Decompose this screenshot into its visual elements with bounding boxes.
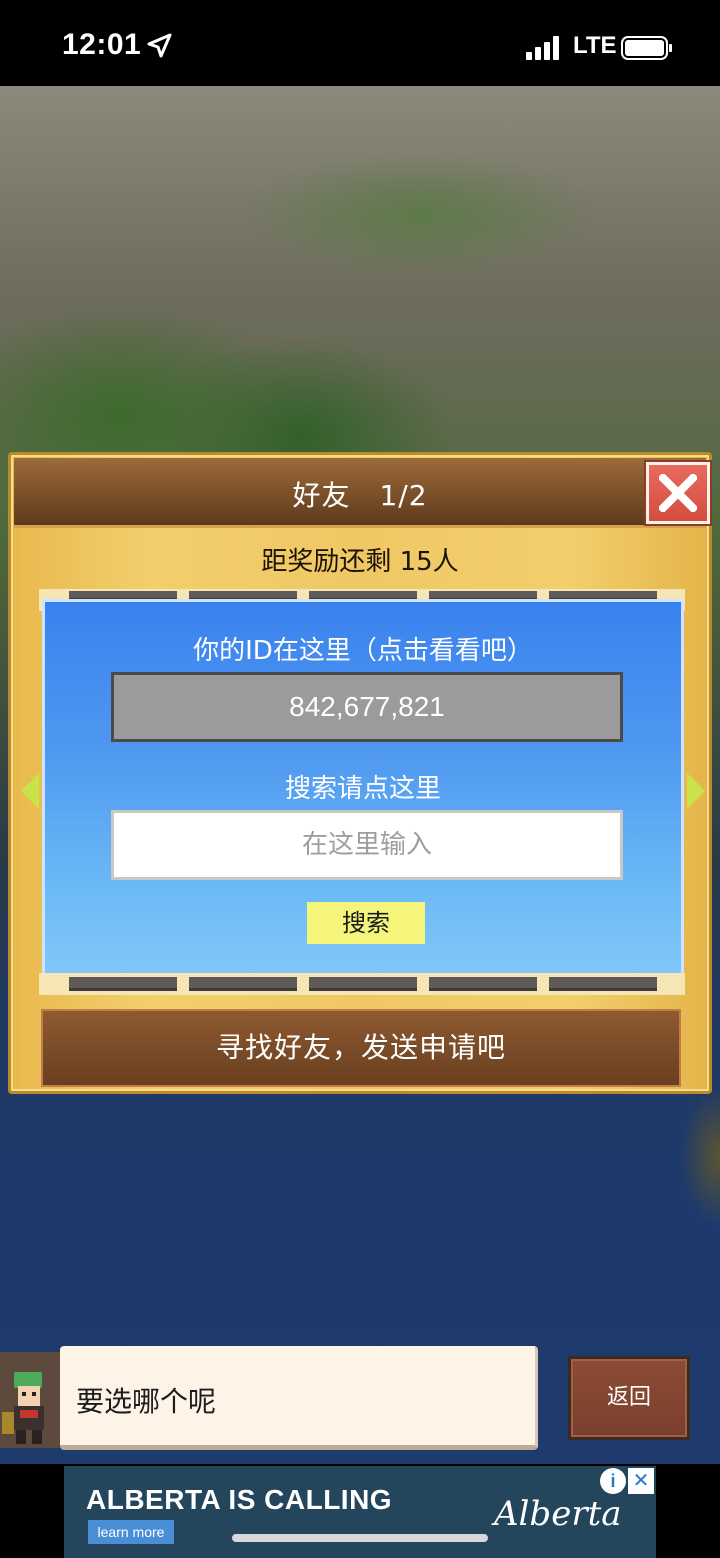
panel-title: 好友 1/2 [292,479,428,512]
search-input[interactable]: 在这里输入 [111,810,623,880]
signal-bars-icon [526,36,559,60]
panel-header: 好友 1/2 [14,458,710,528]
battery-icon [621,36,672,60]
status-bar: 12:01 LTE [0,0,720,86]
prev-page-arrow-icon[interactable] [21,773,39,809]
ad-close-icon[interactable]: ✕ [628,1468,654,1494]
back-button[interactable]: 返回 [568,1356,690,1440]
location-arrow-icon [147,33,172,58]
strip-segment [69,977,177,991]
close-button[interactable] [646,462,710,524]
speech-text: 要选哪个呢 [76,1385,217,1418]
search-button[interactable]: 搜索 [307,902,425,944]
home-indicator[interactable] [232,1534,488,1542]
ad-brand-logo: Alberta [494,1494,622,1534]
user-id-display[interactable]: 842,677,821 [111,672,623,742]
network-type: LTE [573,32,617,59]
reward-remaining-text: 距奖励还剩 15人 [261,547,459,577]
your-id-label[interactable]: 你的ID在这里（点击看看吧） [45,630,681,667]
status-time: 12:01 [62,28,142,61]
ad-banner: ALBERTA IS CALLING learn more Alberta i … [0,1464,720,1558]
ad-content[interactable]: ALBERTA IS CALLING learn more Alberta i … [64,1466,656,1558]
strip-segment [429,977,537,991]
background-shore [680,1086,720,1226]
strip-segment [549,977,657,991]
decor-strip-bottom [39,973,685,995]
strip-segment [309,977,417,991]
id-search-card: 你的ID在这里（点击看看吧） 842,677,821 搜索请点这里 在这里输入 … [42,599,684,977]
strip-segment [189,977,297,991]
close-icon [659,474,697,512]
friends-panel: 好友 1/2 距奖励还剩 15人 你的ID在这里（点击看看吧） 842,677,… [8,452,712,1094]
search-label: 搜索请点这里 [284,774,441,804]
ad-headline[interactable]: ALBERTA IS CALLING [86,1484,392,1516]
speech-bubble: 要选哪个呢 [60,1346,538,1450]
find-friends-button[interactable]: 寻找好友，发送申请吧 [41,1009,681,1087]
next-page-arrow-icon[interactable] [687,773,705,809]
ad-learn-more-button[interactable]: learn more [88,1520,174,1544]
character-avatar [0,1352,60,1448]
ad-info-icon[interactable]: i [600,1468,626,1494]
